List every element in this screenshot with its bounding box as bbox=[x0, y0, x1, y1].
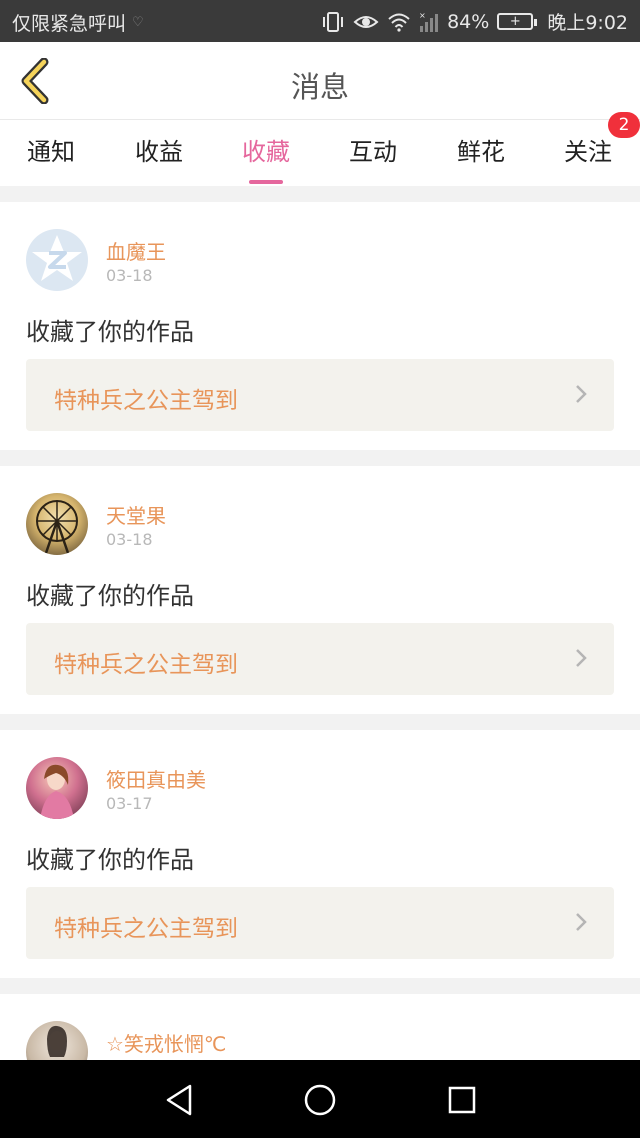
avatar[interactable] bbox=[26, 229, 88, 291]
chevron-right-icon bbox=[576, 649, 587, 667]
avatar[interactable] bbox=[26, 757, 88, 819]
clock: 晚上9:02 bbox=[547, 12, 628, 34]
work-title: 特种兵之公主驾到 bbox=[54, 652, 238, 678]
tab-label: 鲜花 bbox=[457, 138, 505, 166]
date: 03-18 bbox=[106, 266, 153, 285]
qq-zone-star-icon bbox=[32, 235, 82, 281]
eye-icon bbox=[353, 15, 379, 28]
back-triangle-icon[interactable] bbox=[160, 1080, 200, 1120]
app-header: 消息 bbox=[0, 42, 640, 120]
action-text: 收藏了你的作品 bbox=[26, 582, 194, 610]
tab-label: 通知 bbox=[27, 138, 75, 166]
signal-icon: × bbox=[419, 11, 439, 32]
avatar[interactable] bbox=[26, 493, 88, 555]
avatar[interactable] bbox=[26, 1021, 88, 1060]
person-icon bbox=[47, 1025, 67, 1060]
chevron-right-icon bbox=[576, 385, 587, 403]
recents-square-icon[interactable] bbox=[442, 1080, 482, 1120]
favorite-card: 天堂果 03-18 收藏了你的作品 特种兵之公主驾到 bbox=[0, 466, 640, 714]
unread-badge: 2 bbox=[608, 112, 640, 138]
status-bar: 仅限紧急呼叫 ♡ × 84% + 晚上9:02 bbox=[0, 0, 640, 42]
tab-label: 互动 bbox=[349, 138, 397, 166]
system-nav-bar bbox=[0, 1060, 640, 1138]
work-link[interactable]: 特种兵之公主驾到 bbox=[26, 887, 614, 959]
svg-text:×: × bbox=[419, 11, 426, 20]
favorite-card: 血魔王 03-18 收藏了你的作品 特种兵之公主驾到 bbox=[0, 202, 640, 450]
heart-icon: ♡ bbox=[132, 15, 144, 30]
tab-flowers[interactable]: 鲜花 bbox=[436, 132, 526, 167]
carrier-text: 仅限紧急呼叫 bbox=[12, 13, 127, 35]
action-text: 收藏了你的作品 bbox=[26, 846, 194, 874]
tab-bar: 通知 收益 收藏 互动 鲜花 关注 2 bbox=[0, 112, 640, 186]
battery-icon: + bbox=[497, 13, 538, 30]
username[interactable]: ☆笑戎怅惘℃ bbox=[106, 1028, 226, 1057]
vibrate-icon bbox=[323, 11, 344, 32]
tab-label: 收益 bbox=[135, 138, 183, 166]
date: 03-17 bbox=[106, 794, 153, 813]
tab-notifications[interactable]: 通知 bbox=[6, 132, 96, 167]
tab-interactions[interactable]: 互动 bbox=[328, 132, 418, 167]
tab-earnings[interactable]: 收益 bbox=[114, 132, 204, 167]
favorite-card: 筱田真由美 03-17 收藏了你的作品 特种兵之公主驾到 bbox=[0, 730, 640, 978]
active-tab-indicator bbox=[249, 180, 283, 184]
wifi-icon bbox=[388, 13, 410, 32]
work-title: 特种兵之公主驾到 bbox=[54, 916, 238, 942]
tab-favorites[interactable]: 收藏 bbox=[221, 132, 311, 184]
date: 03-18 bbox=[106, 530, 153, 549]
username[interactable]: 天堂果 bbox=[106, 500, 166, 529]
tab-label: 关注 bbox=[564, 138, 612, 166]
username[interactable]: 筱田真由美 bbox=[106, 764, 206, 793]
anime-girl-icon bbox=[40, 764, 74, 819]
page-title: 消息 bbox=[290, 70, 349, 104]
tab-label: 收藏 bbox=[242, 138, 290, 166]
action-text: 收藏了你的作品 bbox=[26, 318, 194, 346]
home-circle-icon[interactable] bbox=[300, 1080, 340, 1120]
ferris-wheel-icon bbox=[36, 500, 78, 554]
username[interactable]: 血魔王 bbox=[106, 236, 166, 265]
work-link[interactable]: 特种兵之公主驾到 bbox=[26, 623, 614, 695]
work-link[interactable]: 特种兵之公主驾到 bbox=[26, 359, 614, 431]
chevron-right-icon bbox=[576, 913, 587, 931]
battery-percent: 84% bbox=[447, 10, 490, 33]
work-title: 特种兵之公主驾到 bbox=[54, 388, 238, 414]
favorite-card: ☆笑戎怅惘℃ bbox=[0, 994, 640, 1060]
